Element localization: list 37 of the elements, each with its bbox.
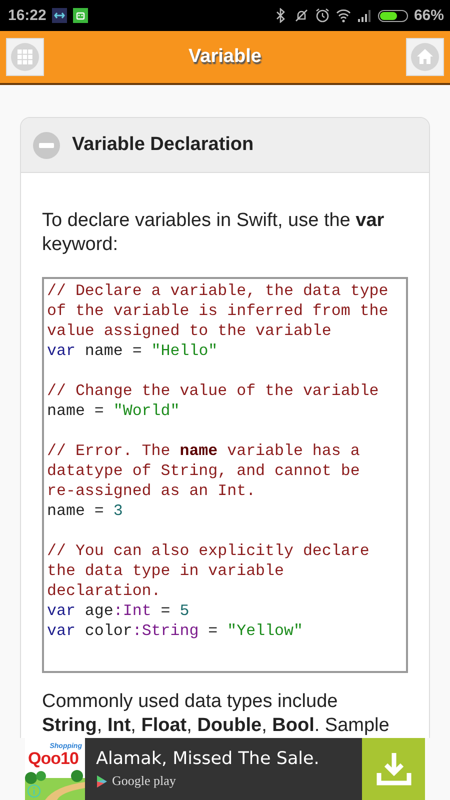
code-line: of the variable is inferred from the — [47, 301, 390, 321]
code-line: // Change the value of the variable — [47, 381, 380, 401]
code-line: var name = "Hello" — [47, 341, 219, 361]
download-button[interactable] — [362, 738, 425, 800]
paragraph: To declare variables in Swift, use the var keyword: — [42, 209, 386, 257]
app-notification-icon — [52, 8, 68, 23]
home-button[interactable] — [406, 38, 444, 76]
clock: 16:22 — [8, 7, 46, 24]
code-line: name = "World" — [47, 401, 181, 421]
store-label: Google play — [112, 773, 176, 789]
code-line: re-assigned as an Int. — [47, 481, 257, 501]
code-line: name = 3 — [47, 501, 124, 521]
code-line: var age:Int = 5 — [47, 601, 190, 621]
code-line: datatype of String, and cannot be — [47, 461, 361, 481]
menu-grid-button[interactable] — [6, 38, 44, 76]
hills-drawing — [25, 770, 85, 800]
wifi-icon — [336, 8, 351, 23]
battery-percent: 66% — [414, 7, 444, 24]
section-header[interactable]: Variable Declaration — [21, 118, 429, 173]
code-line: var color:String = "Yellow" — [47, 621, 304, 641]
paragraph: Commonly used data types include String, Int, Float, Double, Bool. Sample — [42, 690, 390, 738]
info-icon[interactable] — [27, 784, 41, 798]
ad-headline: Alamak, Missed The Sale. — [96, 749, 320, 769]
code-line: the data type in variable — [47, 561, 285, 581]
alarm-icon — [314, 8, 330, 23]
android-notification-icon — [73, 8, 88, 23]
muted-bell-icon — [294, 8, 309, 23]
collapse-icon — [33, 132, 60, 158]
code-line: declaration. — [47, 581, 162, 601]
battery-icon — [378, 10, 408, 22]
play-store-icon — [96, 774, 108, 788]
code-line: value assigned to the variable — [47, 321, 332, 341]
signal-icon — [356, 8, 372, 23]
code-line: // Error. The name variable has a — [47, 441, 361, 461]
code-line: // Declare a variable, the data type — [47, 281, 390, 301]
code-line: // You can also explicitly declare — [47, 541, 370, 561]
page-title: Variable — [188, 46, 262, 68]
